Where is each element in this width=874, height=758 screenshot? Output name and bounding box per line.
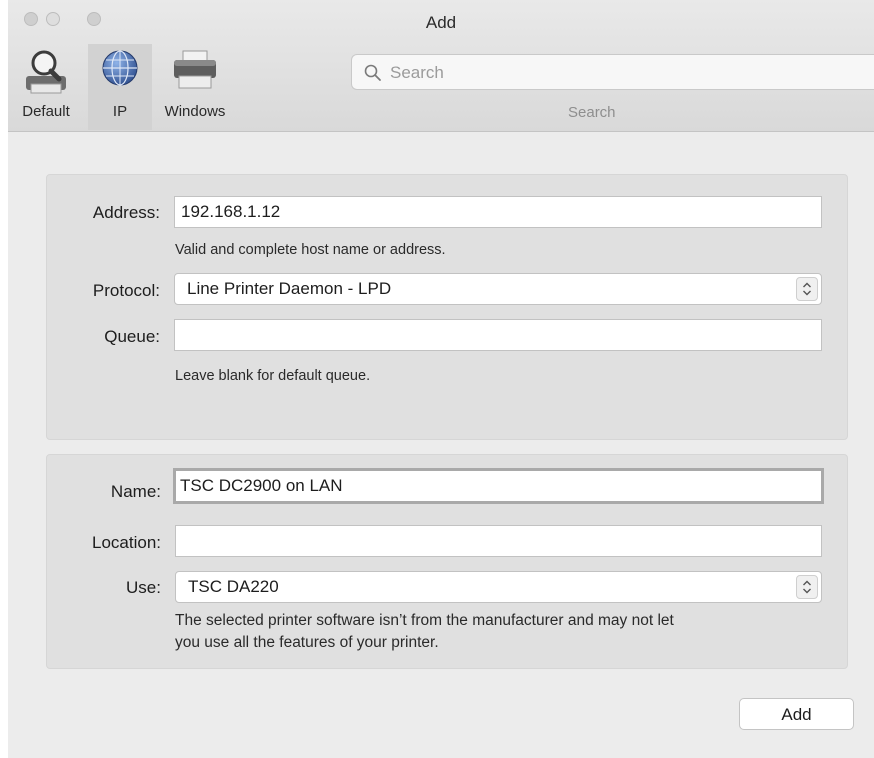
address-field[interactable]: 192.168.1.12 [174,196,822,228]
toolbar-windows-label: Windows [164,103,226,120]
popup-stepper [796,277,818,301]
add-button[interactable]: Add [739,698,854,730]
printer-icon [174,50,216,89]
queue-field[interactable] [174,319,822,351]
chevron-up-down-icon [803,282,811,296]
toolbar: Add Default IP Windows Search Search [8,0,874,132]
globe-icon [102,50,138,86]
name-label: Name: [110,482,161,501]
toolbar-default-label: Default [22,103,70,120]
chevron-up-down-icon [803,580,811,594]
location-label: Location: [92,533,161,552]
address-label: Address: [92,203,160,222]
name-field[interactable]: TSC DC2900 on LAN [173,468,824,504]
add-printer-window: Add Default IP Windows Search Search Add… [8,0,874,758]
search-field[interactable] [351,54,874,90]
use-value: TSC DA220 [188,577,279,596]
protocol-popup[interactable]: Line Printer Daemon - LPD [174,273,822,305]
search-input[interactable] [388,61,832,85]
location-field[interactable] [175,525,822,557]
search-label: Search [568,104,616,121]
use-popup[interactable]: TSC DA220 [175,571,822,603]
popup-stepper [796,575,818,599]
queue-label: Queue: [104,327,160,346]
address-hint: Valid and complete host name or address. [175,242,446,258]
toolbar-ip-button[interactable]: IP [88,44,152,130]
toolbar-default-button[interactable]: Default [8,44,84,130]
toolbar-windows-button[interactable]: Windows [154,44,236,130]
magnifier-printer-icon [26,50,66,94]
queue-hint: Leave blank for default queue. [175,368,371,384]
window-title: Add [425,13,457,32]
use-hint-line-2: you use all the features of your printer… [175,634,439,651]
search-icon [364,64,381,81]
toolbar-ip-label: IP [112,103,128,120]
use-hint-line-1: The selected printer software isn’t from… [175,612,674,629]
protocol-label: Protocol: [92,281,160,300]
use-label: Use: [126,578,161,597]
protocol-value: Line Printer Daemon - LPD [187,279,392,298]
